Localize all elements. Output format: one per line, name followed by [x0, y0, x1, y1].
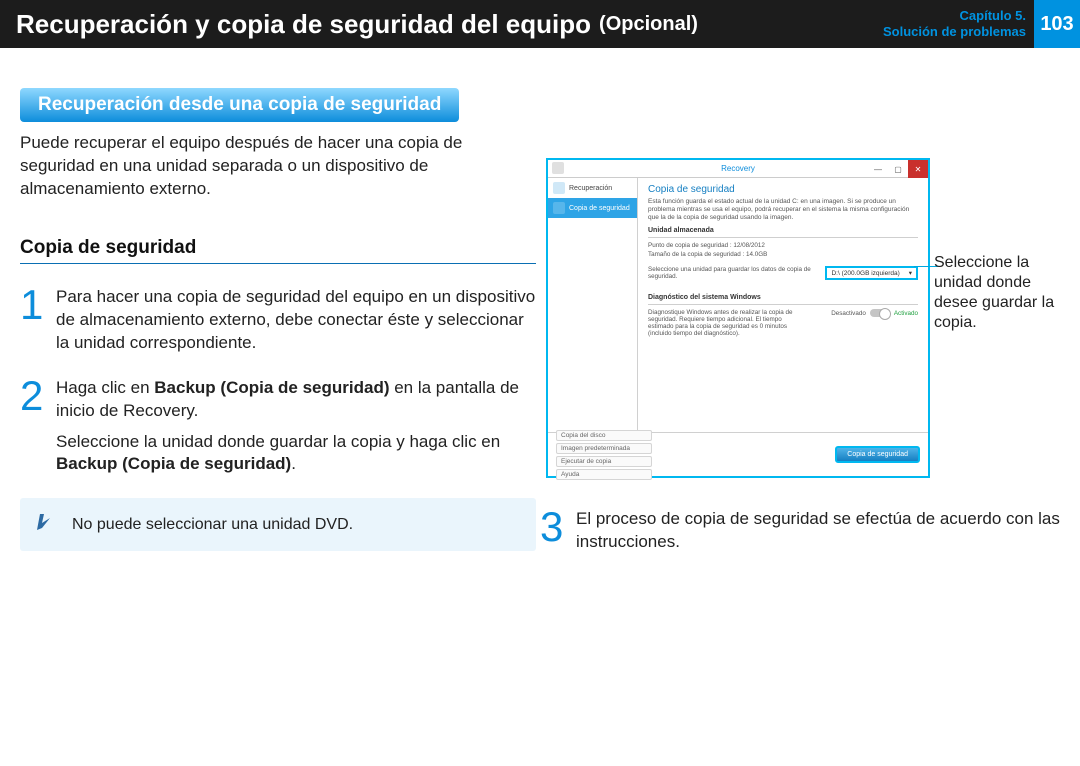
subsection-heading: Copia de seguridad: [20, 237, 536, 264]
backup-button[interactable]: Copia de seguridad: [835, 446, 920, 463]
header-right: Capítulo 5. Solución de problemas 103: [883, 0, 1080, 48]
recovery-icon: [553, 182, 565, 194]
chapter-line-1: Capítulo 5.: [883, 8, 1026, 24]
divider: [648, 304, 918, 305]
backup-point-line: Punto de copia de seguridad : 12/08/2012: [648, 242, 918, 249]
chevron-down-icon: ▾: [909, 269, 912, 277]
disk-copy-button[interactable]: Copia del disco: [556, 430, 652, 441]
diagnostic-row: Diagnostique Windows antes de realizar l…: [648, 309, 918, 337]
step-2-p1-bold: Backup (Copia de seguridad): [154, 378, 389, 397]
maximize-button[interactable]: ▢: [888, 160, 908, 178]
window-buttons: — ▢ ✕: [868, 160, 928, 178]
select-drive-label: Seleccione una unidad para guardar los d…: [648, 266, 825, 280]
section-heading: Recuperación desde una copia de segurida…: [20, 88, 459, 122]
right-column: Recovery — ▢ ✕ Recuperación: [540, 88, 1080, 576]
sidebar-item-recovery[interactable]: Recuperación: [548, 178, 637, 198]
toggle-on-label: Activado: [894, 310, 918, 317]
toggle-pill-icon: [870, 309, 890, 317]
step-2-p1a: Haga clic en: [56, 378, 154, 397]
toggle-off-label: Desactivado: [831, 310, 866, 317]
left-column: Recuperación desde una copia de segurida…: [16, 88, 536, 576]
diagnostic-section-title: Diagnóstico del sistema Windows: [648, 294, 918, 301]
step-3: 3 El proceso de copia de seguridad se ef…: [540, 508, 1080, 554]
diagnostic-text: Diagnostique Windows antes de realizar l…: [648, 309, 798, 337]
storage-section-title: Unidad almacenada: [648, 227, 918, 234]
app-body: Recuperación Copia de seguridad Copia de…: [548, 178, 928, 434]
page-subtitle: (Opcional): [599, 13, 698, 36]
page-header: Recuperación y copia de seguridad del eq…: [0, 0, 1080, 48]
sidebar-item-label: Recuperación: [569, 185, 612, 192]
step-1: 1 Para hacer una copia de seguridad del …: [20, 286, 536, 355]
drive-select-row: Seleccione una unidad para guardar los d…: [648, 264, 918, 282]
step-2: 2 Haga clic en Backup (Copia de segurida…: [20, 377, 536, 477]
chapter-line-2: Solución de problemas: [883, 24, 1026, 40]
note-icon: [34, 510, 62, 539]
app-titlebar: Recovery — ▢ ✕: [548, 160, 928, 178]
footer-left-buttons: Copia del disco Imagen predeterminada Ej…: [556, 430, 652, 480]
app-main: Copia de seguridad Esta función guarda e…: [638, 178, 928, 434]
page-title: Recuperación y copia de seguridad del eq…: [16, 9, 591, 40]
recovery-app-window: Recovery — ▢ ✕ Recuperación: [546, 158, 930, 478]
callout-text: Seleccione la unidad donde desee guardar…: [934, 253, 1074, 333]
drive-select-value: D:\ (200.0GB izquierda): [831, 270, 899, 277]
step-2-p2b: .: [291, 454, 296, 473]
note-text: No puede seleccionar una unidad DVD.: [72, 516, 353, 534]
step-2-p2-bold: Backup (Copia de seguridad): [56, 454, 291, 473]
step-2-p2a: Seleccione la unidad donde guardar la co…: [56, 432, 500, 451]
step-number: 1: [20, 286, 56, 355]
step-2-text: Haga clic en Backup (Copia de seguridad)…: [56, 377, 536, 477]
app-favicon: [552, 162, 564, 174]
divider: [648, 237, 918, 238]
app-main-description: Esta función guarda el estado actual de …: [648, 198, 918, 221]
page-number: 103: [1034, 0, 1080, 48]
diagnostic-toggle[interactable]: Desactivado Activado: [831, 309, 918, 317]
drive-select[interactable]: D:\ (200.0GB izquierda) ▾: [825, 266, 918, 280]
close-button[interactable]: ✕: [908, 160, 928, 178]
minimize-button[interactable]: —: [868, 160, 888, 178]
app-sidebar: Recuperación Copia de seguridad: [548, 178, 638, 434]
step-3-text: El proceso de copia de seguridad se efec…: [576, 508, 1080, 554]
backup-size-line: Tamaño de la copia de seguridad : 14.0GB: [648, 251, 918, 258]
screenshot-wrapper: Recovery — ▢ ✕ Recuperación: [540, 158, 1080, 478]
sidebar-item-label: Copia de seguridad: [569, 205, 630, 212]
run-copy-button[interactable]: Ejecutar de copia: [556, 456, 652, 467]
chapter-box: Capítulo 5. Solución de problemas: [883, 8, 1034, 39]
help-button[interactable]: Ayuda: [556, 469, 652, 480]
backup-icon: [553, 202, 565, 214]
app-title: Recovery: [721, 164, 755, 173]
intro-paragraph: Puede recuperar el equipo después de hac…: [20, 132, 536, 201]
default-image-button[interactable]: Imagen predeterminada: [556, 443, 652, 454]
step-number: 2: [20, 377, 56, 477]
app-main-title: Copia de seguridad: [648, 184, 918, 195]
sidebar-item-backup[interactable]: Copia de seguridad: [548, 198, 637, 218]
step-number: 3: [540, 508, 576, 554]
note-box: No puede seleccionar una unidad DVD.: [20, 498, 536, 551]
app-footer: Copia del disco Imagen predeterminada Ej…: [548, 432, 928, 476]
step-1-text: Para hacer una copia de seguridad del eq…: [56, 286, 536, 355]
